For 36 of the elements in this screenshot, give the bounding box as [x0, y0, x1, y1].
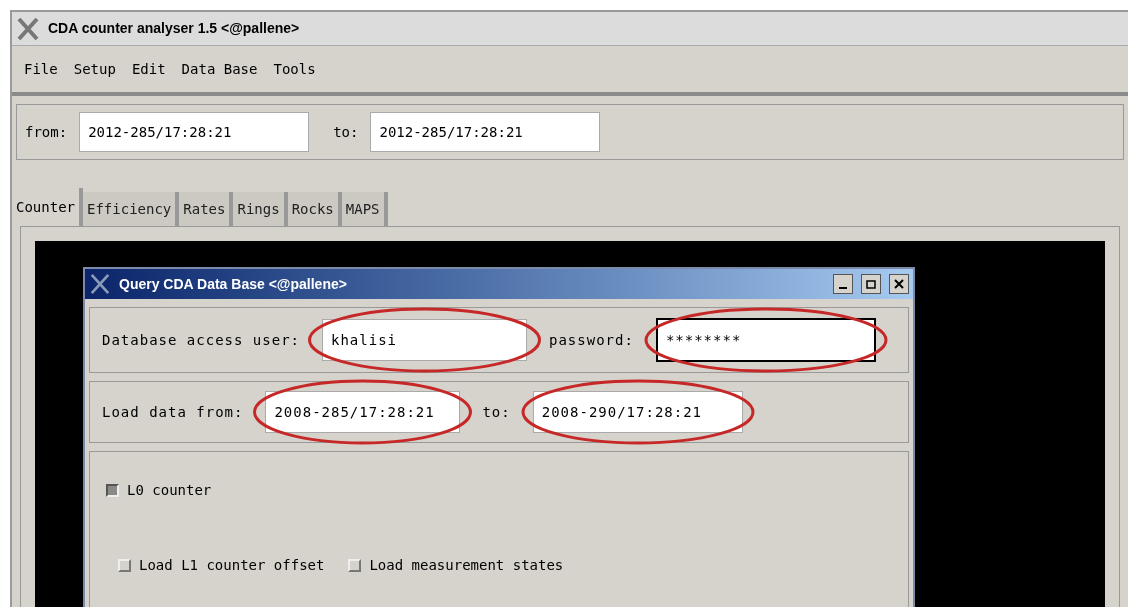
menu-item[interactable]: File — [24, 58, 58, 80]
to-label: to: — [333, 122, 359, 142]
tab[interactable]: Rings — [233, 192, 288, 226]
load-to-field[interactable]: 2008-290/17:28:21 — [532, 391, 743, 433]
checkbox-label: Load L1 counter offset — [139, 556, 325, 575]
menu-item[interactable]: Edit — [131, 58, 166, 80]
user-label: Database access user: — [102, 330, 300, 350]
to-field[interactable]: 2012-285/17:28:21 — [370, 112, 601, 152]
checkbox[interactable] — [106, 484, 119, 497]
minimize-button[interactable] — [833, 274, 853, 294]
x-logo-icon — [16, 16, 40, 41]
close-icon — [894, 279, 904, 289]
tab[interactable]: MAPS — [341, 192, 388, 226]
menu-item[interactable]: Tools — [273, 58, 316, 80]
tab[interactable]: Rates — [179, 192, 234, 226]
password-field[interactable]: ******** — [655, 318, 876, 362]
minimize-icon — [839, 287, 847, 289]
x-logo-icon — [89, 273, 111, 295]
menu-item[interactable]: Data Base — [181, 58, 258, 80]
tab[interactable]: Efficiency — [83, 192, 180, 226]
close-button[interactable] — [889, 274, 909, 294]
load-from-label: Load data from: — [102, 402, 244, 422]
load-to-label: to: — [482, 402, 511, 422]
from-field[interactable]: 2012-285/17:28:21 — [79, 112, 310, 152]
checkbox-label: Load measurement states — [369, 556, 564, 575]
menu-item[interactable]: Setup — [73, 58, 116, 80]
maximize-button[interactable] — [861, 274, 881, 294]
maximize-icon — [866, 279, 876, 289]
password-label: password: — [549, 330, 634, 350]
checkbox-label: L0 counter — [127, 481, 212, 500]
user-field[interactable]: khalisi — [322, 319, 527, 361]
load-from-field[interactable]: 2008-285/17:28:21 — [265, 391, 461, 433]
tab[interactable]: Rocks — [287, 192, 342, 226]
from-label: from: — [25, 122, 68, 142]
window-title: CDA counter analyser 1.5 <@pallene> — [48, 19, 300, 38]
dialog-title: Query CDA Data Base <@pallene> — [119, 274, 348, 294]
